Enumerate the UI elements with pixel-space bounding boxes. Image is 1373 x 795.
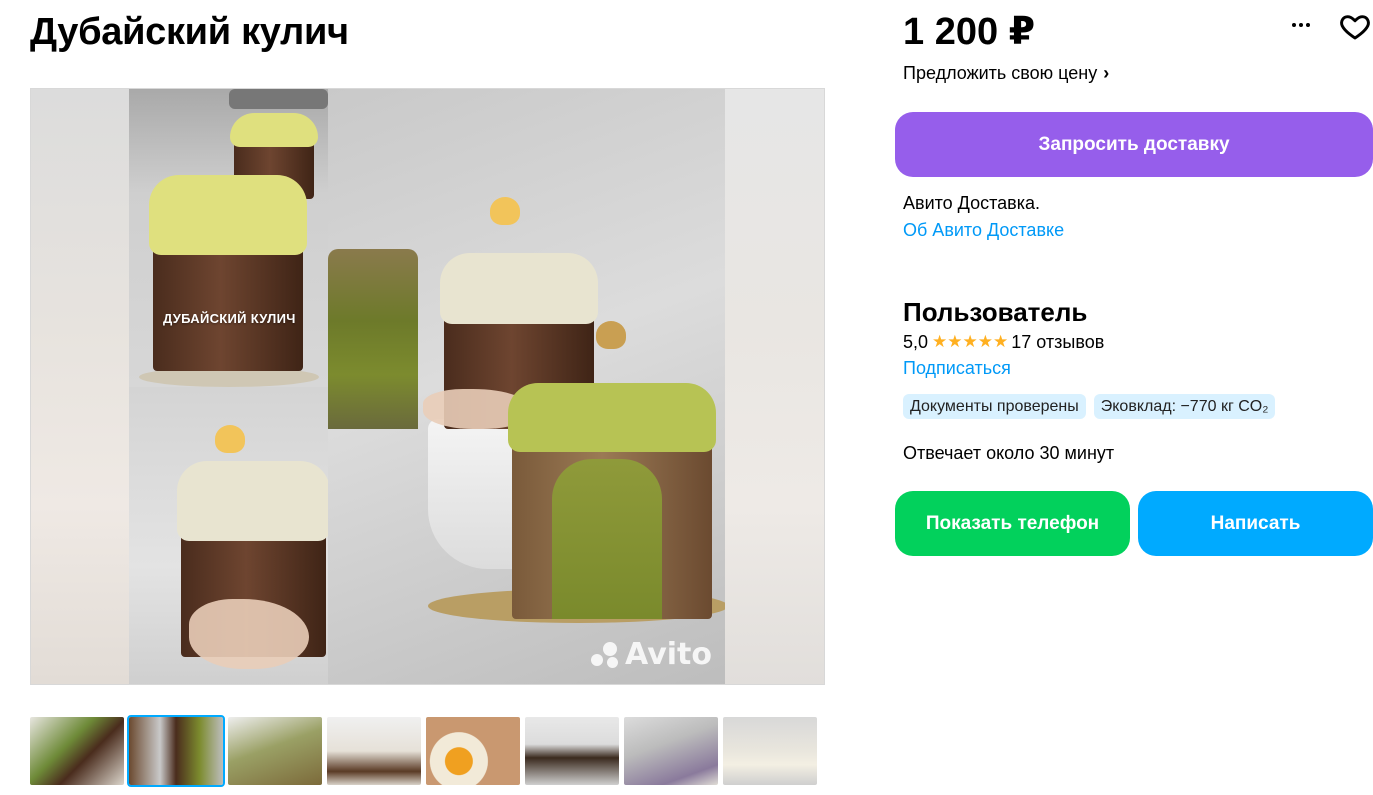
avito-watermark: Avito (591, 637, 712, 672)
request-delivery-button[interactable]: Запросить доставку (895, 112, 1373, 177)
about-delivery-link[interactable]: Об Авито Доставке (903, 219, 1064, 241)
thumbnail-4[interactable] (327, 717, 421, 785)
delivery-text: Авито Доставка. (903, 193, 1040, 213)
star-icon: ★ (947, 332, 962, 351)
star-icon: ★ (993, 332, 1008, 351)
subscribe-link[interactable]: Подписаться (903, 357, 1011, 379)
thumbnail-1[interactable] (30, 717, 124, 785)
show-phone-button[interactable]: Показать телефон (895, 491, 1130, 556)
offer-price-link[interactable]: Предложить свою цену › (903, 62, 1109, 84)
photo-overlay-label: ДУБАЙСКИЙ КУЛИЧ (163, 311, 296, 326)
thumbnail-6[interactable] (525, 717, 619, 785)
star-icon: ★ (977, 332, 993, 351)
chevron-right-icon: › (1103, 63, 1110, 83)
price: 1 200 ₽ (903, 11, 1036, 53)
reply-time: Отвечает около 30 минут (903, 443, 1115, 463)
seller-badges: Документы проверены Эковклад: −770 кг CO… (903, 394, 1276, 419)
photo-collage-right: Avito (328, 89, 728, 684)
photo-gallery[interactable]: ДУБАЙСКИЙ КУЛИЧ Avito (30, 88, 825, 685)
reviews-link[interactable]: 17 отзывов (1011, 331, 1104, 353)
rating-value: 5,0 (903, 332, 929, 352)
favorite-button[interactable] (1339, 10, 1371, 42)
thumbnail-3[interactable] (228, 717, 322, 785)
photo-collage-top-left: ДУБАЙСКИЙ КУЛИЧ (129, 89, 328, 387)
seller-rating: 5,0 ★ ★ ★ ★ ★ 17 отзывов (903, 331, 1104, 353)
offer-price-label: Предложить свою цену (903, 63, 1098, 83)
photo-collage-bottom-left (129, 387, 330, 684)
listing-title: Дубайский кулич (30, 11, 349, 53)
badge-eco-contribution[interactable]: Эковклад: −770 кг CO₂ (1093, 394, 1276, 419)
main-photo[interactable]: ДУБАЙСКИЙ КУЛИЧ Avito (129, 89, 728, 684)
thumbnail-8[interactable] (723, 717, 817, 785)
seller-name[interactable]: Пользователь (903, 297, 1087, 327)
star-icon: ★ (932, 332, 947, 351)
write-message-button[interactable]: Написать (1138, 491, 1373, 556)
thumbnail-5[interactable] (426, 717, 520, 785)
thumbnail-strip (30, 715, 817, 787)
avito-logo-icon (591, 641, 621, 668)
badge-documents-verified[interactable]: Документы проверены (903, 394, 1086, 419)
gallery-blur-left (31, 89, 129, 684)
thumbnail-7[interactable] (624, 717, 718, 785)
gallery-blur-right (725, 89, 824, 684)
rating-stars: ★ ★ ★ ★ ★ (932, 331, 1008, 353)
thumbnail-2[interactable] (127, 715, 225, 787)
star-icon: ★ (962, 332, 978, 351)
more-options-button[interactable] (1286, 13, 1316, 37)
heart-icon (1340, 15, 1370, 40)
more-horizontal-icon (1292, 23, 1296, 27)
